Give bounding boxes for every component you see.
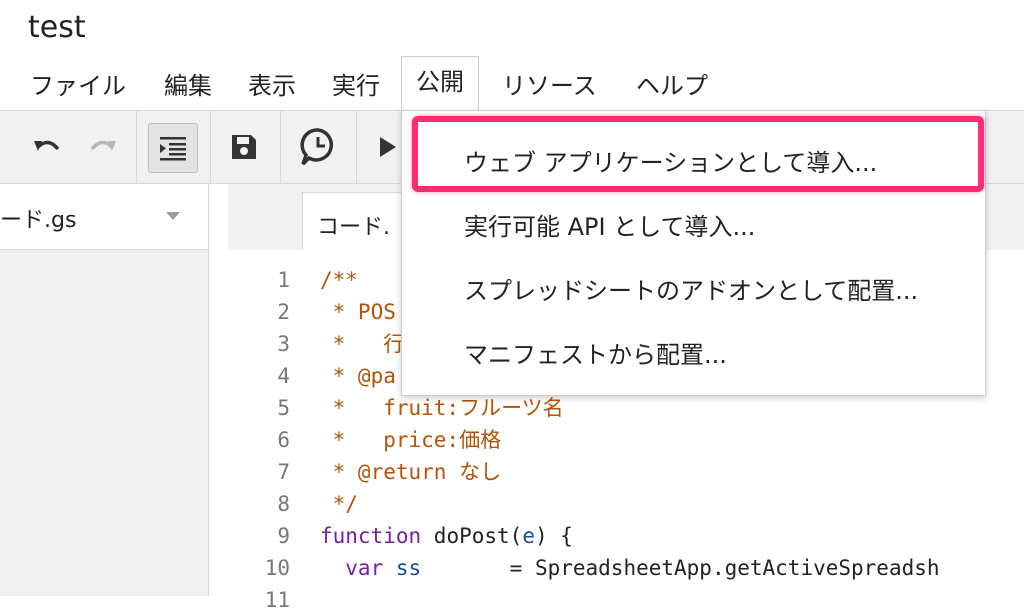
menu-item-deploy-api-executable[interactable]: 実行可能 API として導入...: [464, 207, 755, 242]
code-line: * price:価格: [320, 428, 502, 452]
menu-resources[interactable]: リソース: [502, 66, 597, 101]
code-line: function doPost(e) {: [320, 520, 940, 552]
clock-icon[interactable]: [294, 123, 342, 171]
file-name: ード.gs: [0, 208, 77, 233]
code-token: doPost(: [421, 524, 523, 548]
line-number: 9: [277, 524, 290, 548]
menu-run[interactable]: 実行: [332, 66, 380, 101]
menu-edit[interactable]: 編集: [164, 66, 212, 101]
play-icon[interactable]: [372, 123, 402, 171]
file-sidebar: ード.gs: [0, 184, 209, 596]
code-keyword: function: [320, 524, 422, 548]
line-number: 4: [277, 364, 290, 388]
app-title: test: [28, 10, 86, 45]
menu-help[interactable]: ヘルプ: [636, 66, 708, 101]
code-line: * fruit:フルーツ名: [320, 396, 564, 420]
redo-icon[interactable]: [84, 123, 120, 171]
line-number: 5: [277, 396, 290, 420]
line-number: 3: [277, 332, 290, 356]
line-number: 8: [277, 492, 290, 516]
menu-view[interactable]: 表示: [248, 66, 296, 101]
menu-bar: ファイル 編集 表示 実行 公開 リソース ヘルプ: [0, 56, 1024, 110]
undo-icon[interactable]: [30, 123, 66, 171]
file-list-item[interactable]: ード.gs: [0, 184, 208, 250]
code-token: *: [320, 332, 384, 356]
line-number: 11: [264, 588, 290, 612]
line-number: 1: [277, 268, 290, 292]
code-token: = SpreadsheetApp.getActiveSpreadsh: [421, 556, 940, 580]
code-param: e: [522, 524, 535, 548]
code-line: */: [320, 492, 358, 516]
save-icon[interactable]: [224, 123, 264, 171]
code-line: * @return なし: [320, 460, 502, 484]
line-numbers: 1 2 3 4 5 6 7 8 9 10 11: [228, 264, 290, 616]
menu-item-deploy-addon[interactable]: スプレッドシートのアドオンとして配置...: [464, 271, 918, 306]
code-keyword: var: [320, 556, 384, 580]
line-number: 7: [277, 460, 290, 484]
indent-icon[interactable]: [148, 123, 198, 173]
line-number: 6: [277, 428, 290, 452]
line-number: 10: [264, 556, 290, 580]
highlight-box: [412, 116, 984, 192]
code-token: ) {: [534, 524, 573, 548]
line-number: 2: [277, 300, 290, 324]
menu-item-deploy-from-manifest[interactable]: マニフェストから配置...: [464, 335, 727, 370]
chevron-down-icon[interactable]: [166, 212, 180, 220]
menu-publish[interactable]: 公開: [401, 56, 479, 110]
menu-file[interactable]: ファイル: [30, 66, 126, 101]
code-line: var ss = SpreadsheetApp.getActiveSpreads…: [320, 552, 940, 584]
code-variable: ss: [383, 556, 422, 580]
